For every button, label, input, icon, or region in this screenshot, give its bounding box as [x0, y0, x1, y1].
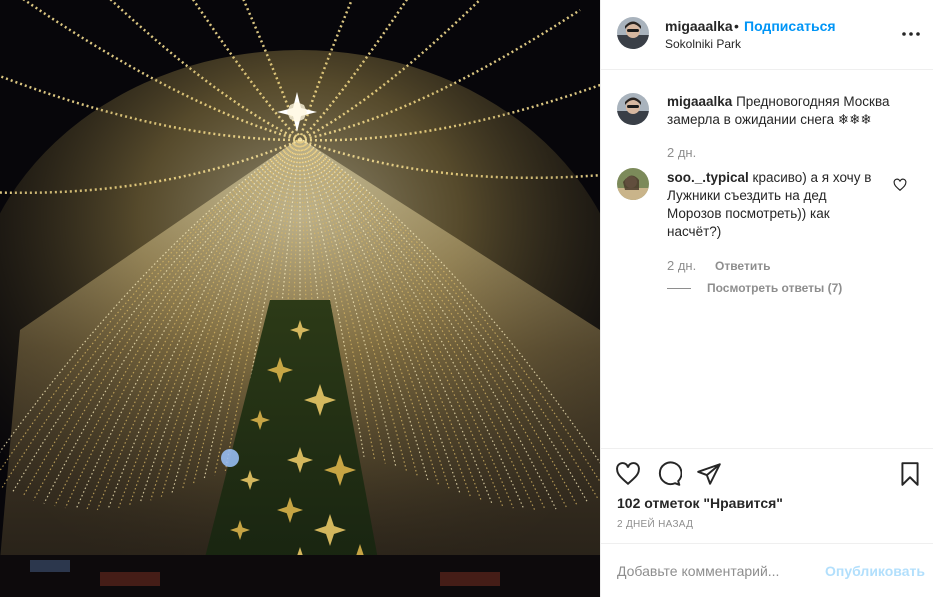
publish-button[interactable]: Опубликовать	[825, 563, 925, 579]
more-options-icon[interactable]	[901, 24, 921, 44]
comment-username[interactable]: soo._.typical	[667, 170, 749, 185]
post-side-panel: migaaalka • Подписаться Sokolniki Park m…	[600, 0, 933, 597]
post-photo[interactable]	[0, 0, 600, 597]
comment-text: soo._.typical красиво) а я хочу в Лужник…	[667, 169, 882, 241]
view-replies-line	[667, 288, 691, 289]
comment-bubble-icon[interactable]	[656, 461, 682, 487]
location-link[interactable]: Sokolniki Park	[665, 37, 741, 51]
view-replies-button[interactable]: Посмотреть ответы (7)	[707, 281, 842, 295]
caption-time[interactable]: 2 дн.	[667, 145, 696, 160]
bookmark-icon[interactable]	[897, 461, 923, 487]
separator-dot: •	[734, 18, 739, 34]
post-header: migaaalka • Подписаться Sokolniki Park	[601, 0, 933, 70]
paper-plane-icon[interactable]	[696, 461, 722, 487]
likes-count[interactable]: 102 отметок "Нравится"	[617, 495, 783, 511]
post-date[interactable]: 2 ДНЕЙ НАЗАД	[617, 519, 693, 530]
christmas-tree-lights-image	[0, 0, 600, 597]
heart-outline-icon[interactable]	[615, 461, 641, 487]
author-avatar[interactable]	[617, 17, 649, 49]
caption-text: migaaalka Предновогодняя Москва замерла …	[667, 93, 917, 129]
author-username[interactable]: migaaalka	[665, 18, 733, 34]
add-comment-input[interactable]	[617, 559, 807, 583]
add-comment-bar: Опубликовать	[601, 543, 933, 597]
follow-button[interactable]: Подписаться	[744, 18, 836, 34]
comment-like-icon[interactable]	[893, 178, 907, 192]
commenter-avatar[interactable]	[617, 168, 649, 200]
caption-username[interactable]: migaaalka	[667, 94, 732, 109]
caption-author-avatar[interactable]	[617, 93, 649, 125]
comment-reply-button[interactable]: Ответить	[715, 259, 770, 273]
comment-time[interactable]: 2 дн.	[667, 258, 696, 273]
